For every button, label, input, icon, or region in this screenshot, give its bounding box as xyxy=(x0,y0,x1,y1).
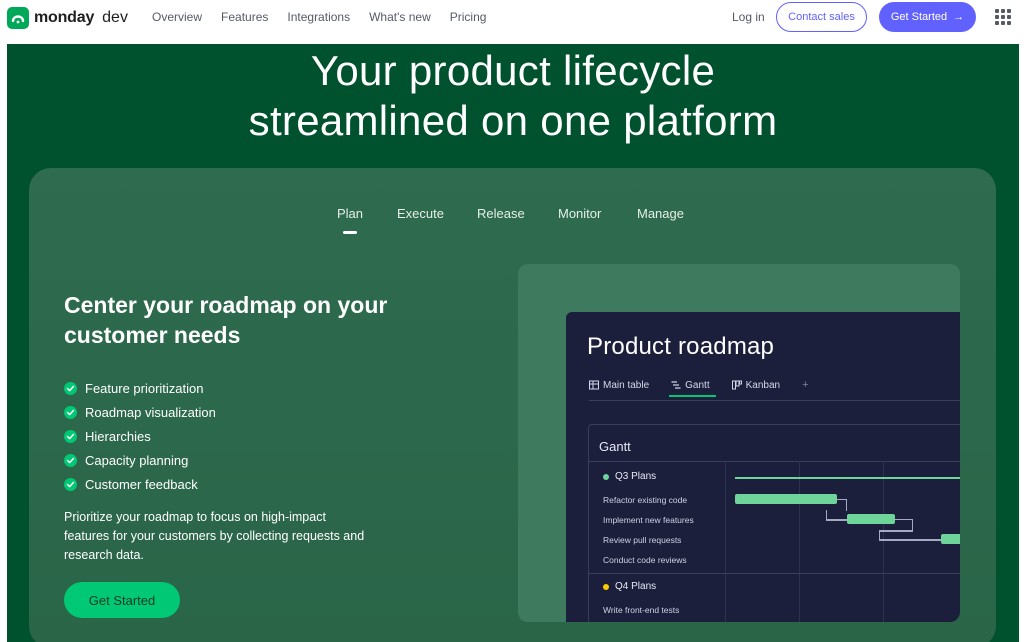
tab-execute[interactable]: Execute xyxy=(397,206,444,221)
roadmap-board-preview: Product roadmap Main table Gantt Kanban xyxy=(566,312,960,622)
feature-item: Hierarchies xyxy=(64,424,216,448)
feature-item: Feature prioritization xyxy=(64,376,216,400)
task-label[interactable]: Refactor existing code xyxy=(603,495,687,505)
task-label[interactable]: Implement new features xyxy=(603,515,694,525)
gantt-divider xyxy=(589,461,960,462)
get-started-nav-button[interactable]: Get Started → xyxy=(879,2,976,32)
feature-item-label: Capacity planning xyxy=(85,452,189,468)
gantt-grid-line xyxy=(799,461,800,622)
group-color-dot xyxy=(603,473,609,480)
nav-link-whats-new[interactable]: What's new xyxy=(369,10,431,24)
brand-name: monday xyxy=(34,9,95,26)
tabs-divider xyxy=(589,400,960,401)
feature-item-label: Feature prioritization xyxy=(85,380,204,396)
view-tab-label: Main table xyxy=(603,379,650,391)
nav-link-overview[interactable]: Overview xyxy=(152,10,202,24)
login-link[interactable]: Log in xyxy=(732,10,765,24)
gantt-column-divider xyxy=(725,461,726,622)
view-tab-gantt[interactable]: Gantt xyxy=(669,379,717,397)
dependency-connector xyxy=(879,539,941,541)
gantt-grid-line xyxy=(883,461,884,622)
gantt-icon xyxy=(671,381,681,389)
task-label[interactable]: Review pull requests xyxy=(603,535,681,545)
contact-sales-button[interactable]: Contact sales xyxy=(776,2,867,32)
monday-logo-icon xyxy=(7,7,29,29)
top-navigation: monday dev Overview Features Integrations… xyxy=(0,0,1024,44)
dependency-connector xyxy=(837,499,847,511)
monday-dev-logo[interactable]: monday dev xyxy=(7,7,128,29)
table-icon xyxy=(589,380,599,390)
task-bar[interactable] xyxy=(847,514,895,524)
arrow-right-icon: → xyxy=(953,11,965,23)
nav-link-features[interactable]: Features xyxy=(221,10,268,24)
tab-monitor[interactable]: Monitor xyxy=(558,206,601,221)
brand-product: dev xyxy=(102,9,128,26)
nav-link-integrations[interactable]: Integrations xyxy=(287,10,350,24)
group-q4[interactable]: Q4 Plans xyxy=(603,581,656,592)
nav-links: Overview Features Integrations What's ne… xyxy=(152,0,505,34)
feature-heading: Center your roadmap on your customer nee… xyxy=(64,292,388,348)
feature-description: Prioritize your roadmap to focus on high… xyxy=(64,510,365,562)
feature-list: Feature prioritization Roadmap visualiza… xyxy=(64,376,216,496)
tab-release[interactable]: Release xyxy=(477,206,525,221)
get-started-nav-label: Get Started xyxy=(890,11,948,23)
hero-title: Your product lifecycle streamlined on on… xyxy=(7,46,1019,146)
task-label[interactable]: Conduct code reviews xyxy=(603,555,687,565)
active-tab-indicator xyxy=(343,231,357,234)
check-icon xyxy=(64,405,77,419)
gantt-heading: Gantt xyxy=(599,439,631,454)
product-tabs-panel: Plan Execute Release Monitor Manage Cent… xyxy=(29,168,996,642)
check-icon xyxy=(64,381,77,395)
feature-item: Roadmap visualization xyxy=(64,400,216,424)
group-q3[interactable]: Q3 Plans xyxy=(603,471,656,482)
grid-menu-icon[interactable] xyxy=(995,9,1011,25)
task-label[interactable]: Write front-end tests xyxy=(603,605,679,615)
group-timeline-bar xyxy=(735,477,960,479)
tab-manage[interactable]: Manage xyxy=(637,206,684,221)
view-tab-label: Gantt xyxy=(685,379,710,391)
feature-item-label: Customer feedback xyxy=(85,476,198,492)
tab-plan[interactable]: Plan xyxy=(337,206,363,221)
view-tab-main-table[interactable]: Main table xyxy=(589,380,649,391)
dependency-connector xyxy=(826,519,847,521)
check-icon xyxy=(64,453,77,467)
kanban-icon xyxy=(731,380,742,390)
hero-title-line-2: streamlined on one platform xyxy=(248,97,778,144)
group-name: Q4 Plans xyxy=(615,581,657,592)
lifecycle-tabs: Plan Execute Release Monitor Manage xyxy=(29,206,996,238)
hero-title-line-1: Your product lifecycle xyxy=(310,47,716,94)
view-tab-label: Kanban xyxy=(745,379,781,391)
group-color-dot xyxy=(603,583,609,590)
task-bar[interactable] xyxy=(735,494,837,504)
task-bar[interactable] xyxy=(941,534,960,544)
hero-section: Your product lifecycle streamlined on on… xyxy=(7,44,1019,642)
add-view-icon[interactable]: + xyxy=(802,379,808,391)
check-icon xyxy=(64,477,77,491)
nav-link-pricing[interactable]: Pricing xyxy=(450,10,487,24)
feature-item: Customer feedback xyxy=(64,472,216,496)
feature-item-label: Roadmap visualization xyxy=(85,404,216,420)
feature-item-label: Hierarchies xyxy=(85,428,151,444)
get-started-button[interactable]: Get Started xyxy=(64,582,180,618)
board-view-tabs: Main table Gantt Kanban + xyxy=(589,376,809,397)
view-tab-kanban[interactable]: Kanban xyxy=(731,379,781,391)
check-icon xyxy=(64,429,77,443)
group-name: Q3 Plans xyxy=(615,471,657,482)
feature-item: Capacity planning xyxy=(64,448,216,472)
board-title: Product roadmap xyxy=(587,333,775,360)
group-divider xyxy=(589,573,960,574)
dependency-connector xyxy=(879,530,913,532)
gantt-chart: Gantt Q3 Plans Refactor existing code Im… xyxy=(588,424,960,622)
product-preview: Product roadmap Main table Gantt Kanban xyxy=(518,264,960,622)
